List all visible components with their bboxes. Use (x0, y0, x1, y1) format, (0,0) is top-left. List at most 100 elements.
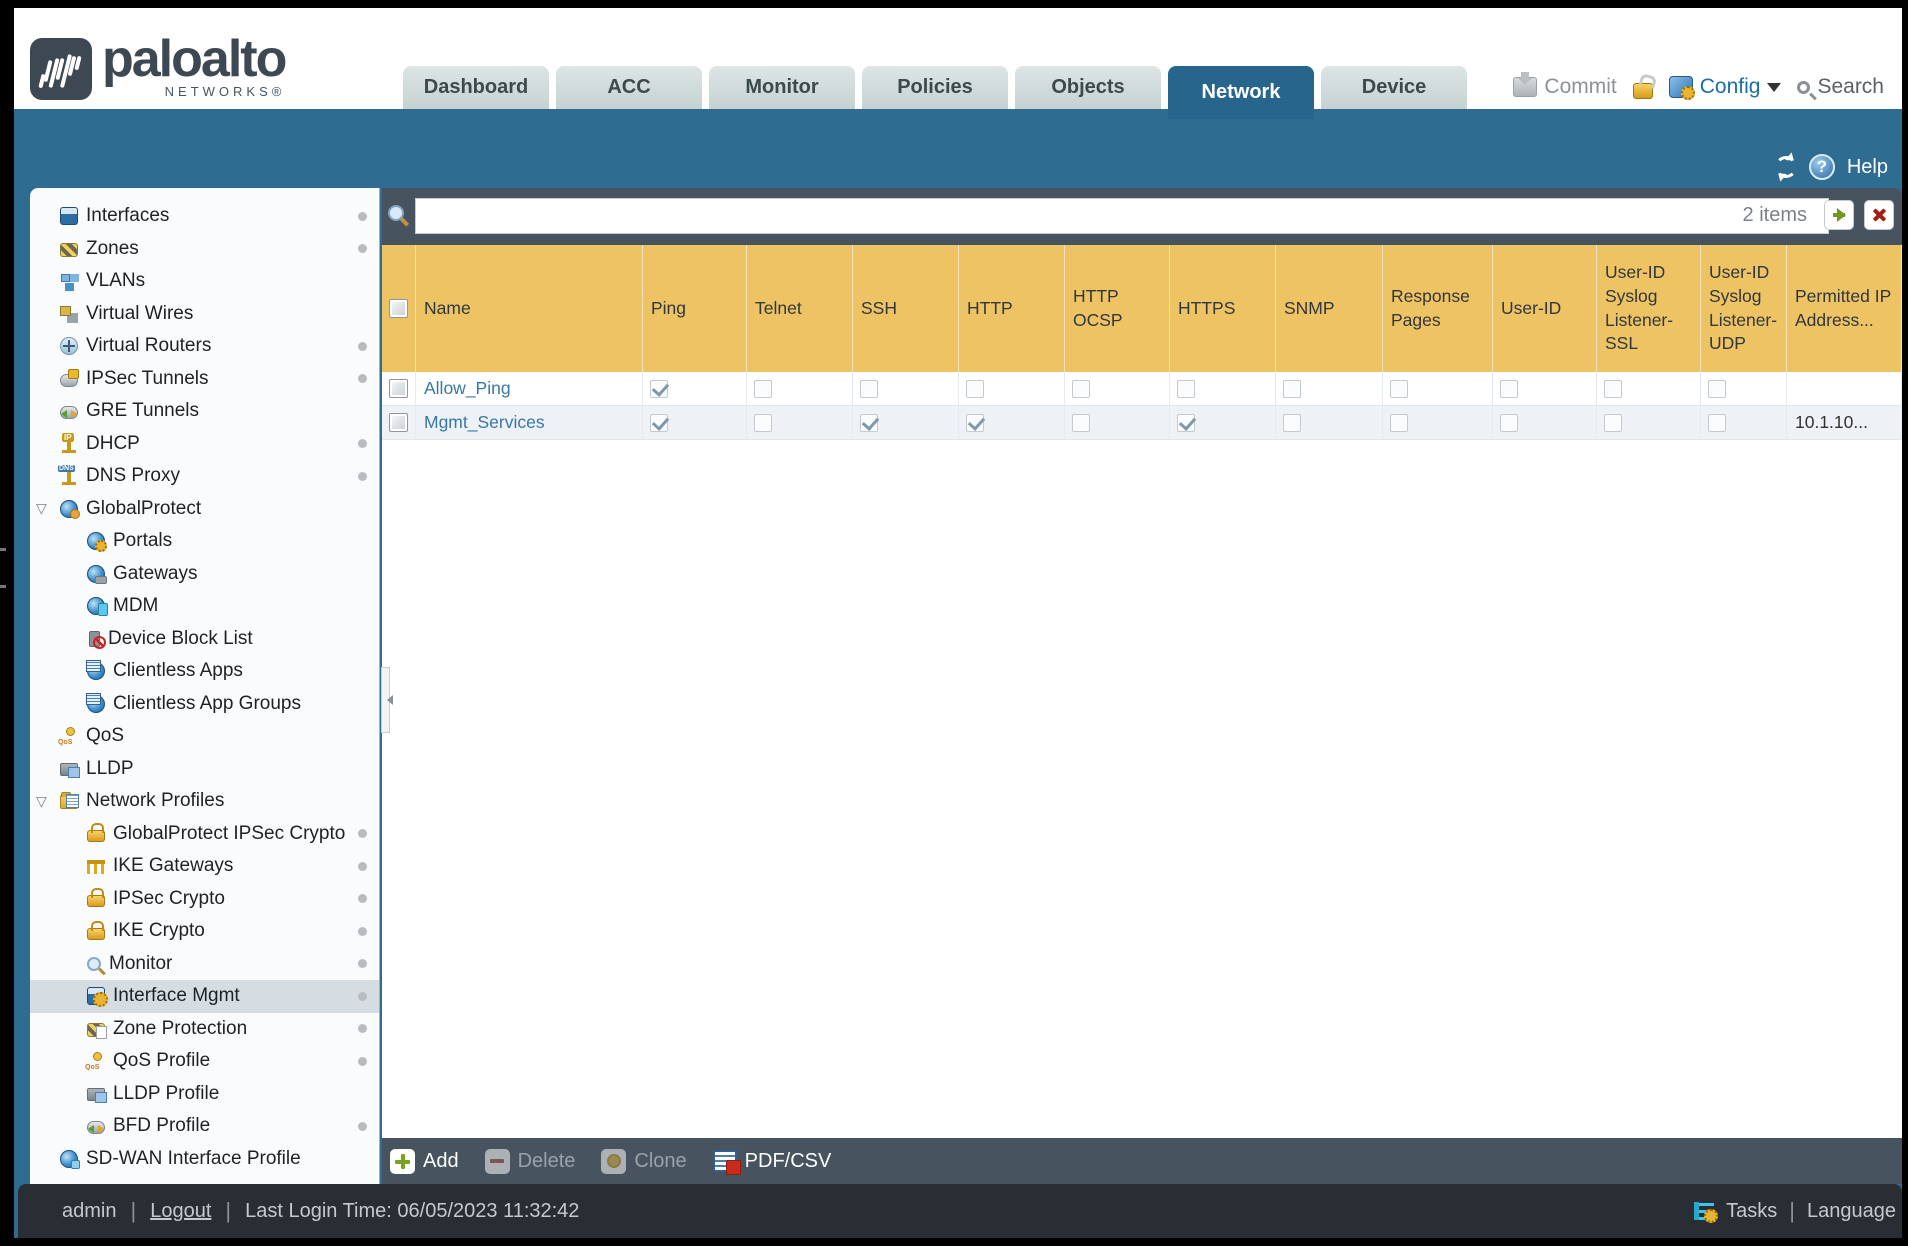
clear-filter-button[interactable] (1864, 200, 1894, 230)
tasks-icon[interactable] (1694, 1202, 1719, 1223)
response-pages-checkbox[interactable] (1390, 413, 1408, 432)
telnet-checkbox[interactable] (754, 413, 772, 432)
sidebar-item-network-profiles[interactable]: ▽ Network Profiles (30, 785, 379, 818)
http-checkbox[interactable] (966, 379, 984, 398)
sidebar-item-qos-profile[interactable]: QoS Profile (30, 1045, 379, 1078)
refresh-icon[interactable] (1774, 156, 1797, 178)
expand-triangle-icon[interactable]: ▽ (36, 793, 52, 810)
sidebar-item-clientless-app-groups[interactable]: Clientless App Groups (30, 688, 379, 721)
sidebar-item-lldp-profile[interactable]: LLDP Profile (30, 1078, 379, 1111)
sidebar-item-ipsec-tunnels[interactable]: IPSec Tunnels (30, 363, 379, 396)
apply-filter-button[interactable] (1824, 200, 1854, 230)
sidebar-item-globalprotect-ipsec-crypto[interactable]: GlobalProtect IPSec Crypto (30, 818, 379, 851)
pdf-csv-button[interactable]: PDF/CSV (712, 1150, 831, 1175)
sidebar-item-interfaces[interactable]: Interfaces (30, 200, 379, 233)
select-all-checkbox[interactable] (389, 299, 408, 318)
column-header-http_ocsp[interactable]: HTTP OCSP (1065, 245, 1170, 372)
unlock-icon[interactable] (1632, 83, 1653, 99)
sidebar-item-dns-proxy[interactable]: DNS Proxy (30, 460, 379, 493)
http-checkbox[interactable] (966, 413, 984, 432)
user-id-checkbox[interactable] (1500, 413, 1518, 432)
column-header-user_id[interactable]: User-ID (1493, 245, 1597, 372)
profile-name-link[interactable]: Mgmt_Services (424, 412, 545, 433)
https-checkbox[interactable] (1177, 413, 1195, 432)
sidebar-item-device-block-list[interactable]: Device Block List (30, 623, 379, 656)
tab-acc[interactable]: ACC (556, 66, 702, 109)
uid-syslog-ssl-checkbox[interactable] (1604, 379, 1622, 398)
sidebar-item-ipsec-crypto[interactable]: IPSec Crypto (30, 883, 379, 916)
tab-network[interactable]: Network (1168, 66, 1314, 119)
help-icon[interactable]: ? (1808, 154, 1835, 180)
https-checkbox[interactable] (1177, 379, 1195, 398)
snmp-checkbox[interactable] (1283, 379, 1301, 398)
tab-monitor[interactable]: Monitor (709, 66, 855, 109)
row-select-checkbox[interactable] (389, 413, 408, 432)
gre-tunnel-icon (60, 406, 78, 420)
column-header-http[interactable]: HTTP (959, 245, 1065, 372)
tab-device[interactable]: Device (1321, 66, 1467, 109)
column-header-telnet[interactable]: Telnet (747, 245, 853, 372)
response-pages-checkbox[interactable] (1390, 379, 1408, 398)
tasks-link[interactable]: Tasks (1726, 1200, 1777, 1223)
uid-syslog-udp-checkbox[interactable] (1708, 413, 1726, 432)
tab-objects[interactable]: Objects (1015, 66, 1161, 109)
config-menu-button[interactable]: Config (1668, 75, 1782, 100)
column-header-permitted_ip[interactable]: Permitted IP Address... (1787, 245, 1902, 372)
ssh-checkbox[interactable] (860, 379, 878, 398)
sidebar-item-gre-tunnels[interactable]: GRE Tunnels (30, 395, 379, 428)
user-id-checkbox[interactable] (1500, 379, 1518, 398)
sidebar-item-bfd-profile[interactable]: BFD Profile (30, 1110, 379, 1143)
column-header-uid_syslog_ssl[interactable]: User-ID Syslog Listener-SSL (1597, 245, 1701, 372)
column-header-ssh[interactable]: SSH (853, 245, 959, 372)
column-header-response_pages[interactable]: Response Pages (1383, 245, 1493, 372)
telnet-checkbox[interactable] (754, 379, 772, 398)
sidebar-item-virtual-routers[interactable]: Virtual Routers (30, 330, 379, 363)
language-link[interactable]: Language (1807, 1200, 1896, 1223)
sidebar-item-zone-protection[interactable]: Zone Protection (30, 1013, 379, 1046)
profile-name-link[interactable]: Allow_Ping (424, 378, 511, 399)
tab-policies[interactable]: Policies (862, 66, 1008, 109)
sidebar-item-ike-crypto[interactable]: IKE Crypto (30, 915, 379, 948)
delete-button[interactable]: Delete (484, 1148, 575, 1174)
sidebar-item-lldp[interactable]: LLDP (30, 753, 379, 786)
expand-triangle-icon[interactable]: ▽ (36, 500, 52, 517)
http-ocsp-checkbox[interactable] (1072, 413, 1090, 432)
tab-dashboard[interactable]: Dashboard (403, 66, 549, 109)
column-header-ping[interactable]: Ping (643, 245, 747, 372)
filter-search-input[interactable] (415, 198, 1829, 234)
uid-syslog-ssl-checkbox[interactable] (1604, 413, 1622, 432)
column-header-snmp[interactable]: SNMP (1276, 245, 1383, 372)
clone-button[interactable]: Clone (601, 1148, 687, 1174)
sidebar-item-globalprotect[interactable]: ▽ GlobalProtect (30, 493, 379, 526)
sidebar-item-gateways[interactable]: Gateways (30, 558, 379, 591)
http-ocsp-checkbox[interactable] (1072, 379, 1090, 398)
column-header-sel[interactable] (382, 245, 416, 372)
sidebar-item-zones[interactable]: Zones (30, 233, 379, 266)
sidebar-item-interface-mgmt[interactable]: Interface Mgmt (30, 980, 379, 1013)
logout-link[interactable]: Logout (150, 1200, 211, 1223)
global-search-button[interactable]: Search (1797, 75, 1884, 99)
column-header-uid_syslog_udp[interactable]: User-ID Syslog Listener-UDP (1701, 245, 1787, 372)
sidebar-item-monitor[interactable]: Monitor (30, 948, 379, 981)
row-select-checkbox[interactable] (389, 379, 408, 398)
sidebar-collapse-handle[interactable] (381, 667, 393, 733)
column-header-name[interactable]: Name (416, 245, 643, 372)
column-header-https[interactable]: HTTPS (1170, 245, 1276, 372)
ping-checkbox[interactable] (650, 379, 668, 398)
sidebar-item-clientless-apps[interactable]: Clientless Apps (30, 655, 379, 688)
uid-syslog-udp-checkbox[interactable] (1708, 379, 1726, 398)
sidebar-item-mdm[interactable]: MDM (30, 590, 379, 623)
add-button[interactable]: Add (390, 1148, 459, 1174)
sidebar-item-portals[interactable]: Portals (30, 525, 379, 558)
help-label[interactable]: Help (1847, 156, 1888, 179)
ssh-checkbox[interactable] (860, 413, 878, 432)
sidebar-item-vlans[interactable]: VLANs (30, 265, 379, 298)
snmp-checkbox[interactable] (1283, 413, 1301, 432)
sidebar-item-virtual-wires[interactable]: Virtual Wires (30, 298, 379, 331)
commit-button[interactable]: Commit (1513, 72, 1617, 99)
sidebar-item-ike-gateways[interactable]: IKE Gateways (30, 850, 379, 883)
sidebar-item-dhcp[interactable]: DHCP (30, 428, 379, 461)
sidebar-item-qos[interactable]: QoS (30, 720, 379, 753)
sidebar-item-sd-wan-interface-profile[interactable]: SD-WAN Interface Profile (30, 1143, 379, 1176)
ping-checkbox[interactable] (650, 413, 668, 432)
